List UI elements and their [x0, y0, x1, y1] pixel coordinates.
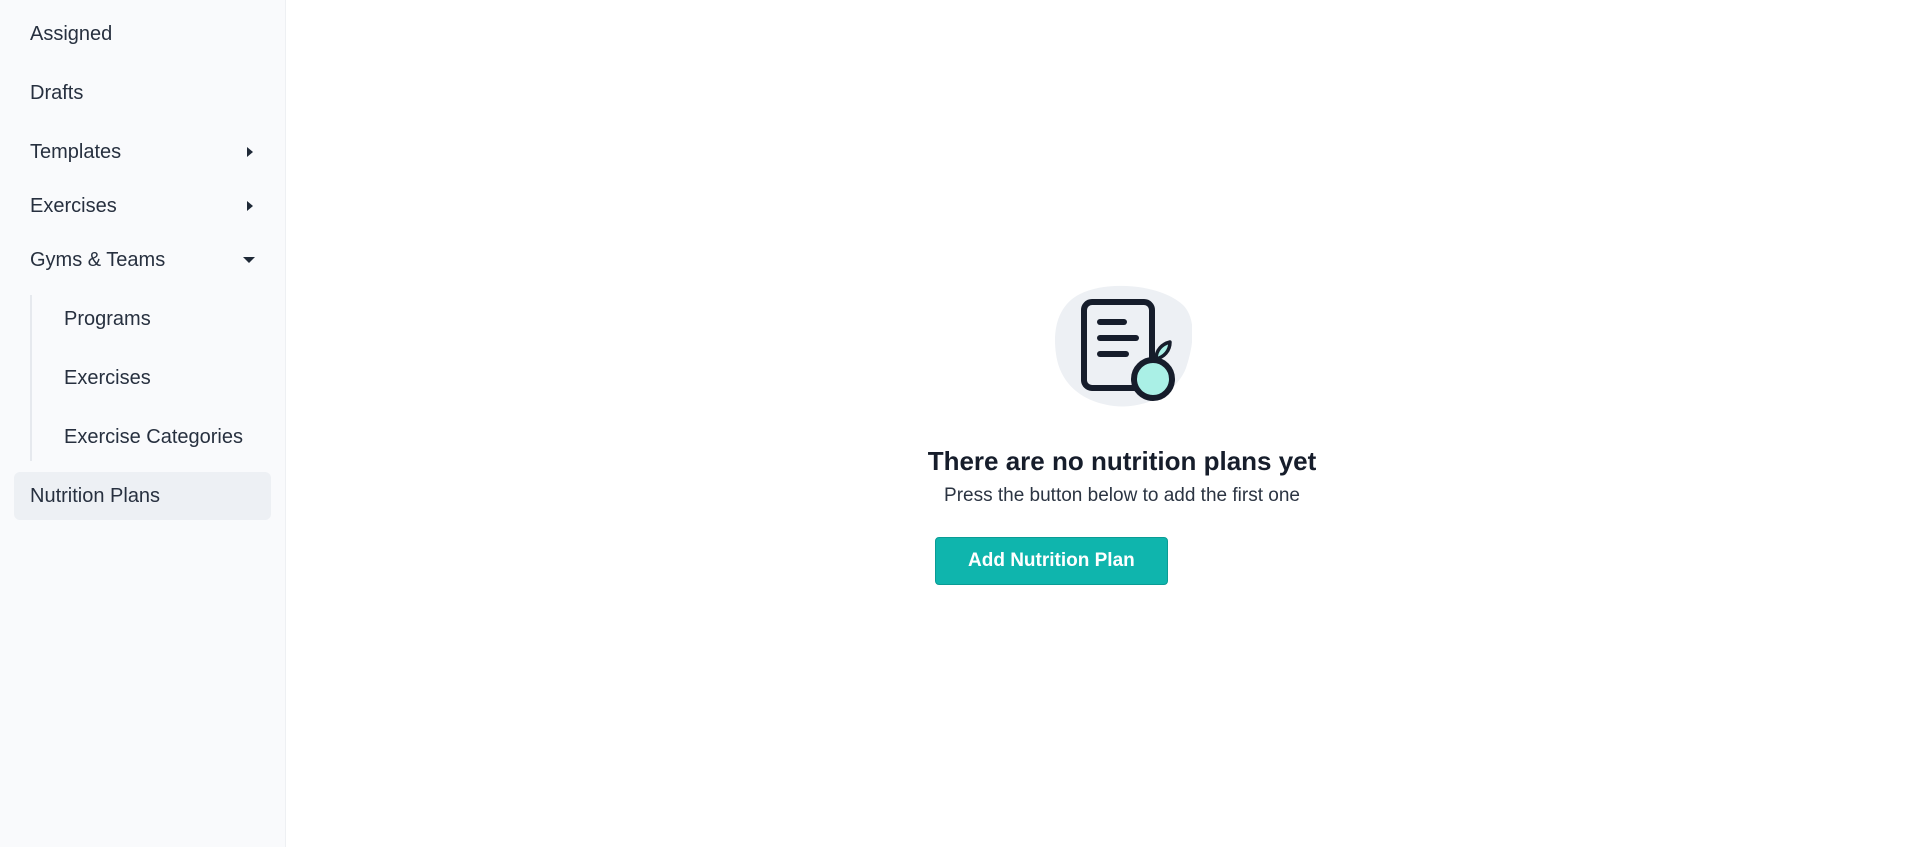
empty-state: There are no nutrition plans yet Press t… [928, 284, 1316, 585]
sidebar-item-label: Templates [30, 140, 122, 163]
app-window: Assigned Drafts Templates Exercises Gyms… [0, 0, 1920, 847]
sidebar-item-label: Assigned [30, 22, 113, 45]
sidebar-item-gym-exercises[interactable]: Exercises [32, 354, 271, 402]
sidebar-item-label: Exercises [64, 366, 151, 389]
sidebar: Assigned Drafts Templates Exercises Gyms… [0, 0, 286, 847]
caret-right-icon [247, 201, 253, 211]
sidebar-item-programs[interactable]: Programs [32, 295, 271, 343]
sidebar-item-exercise-categories[interactable]: Exercise Categories [32, 413, 271, 461]
sidebar-item-nutrition-plans[interactable]: Nutrition Plans [14, 472, 271, 520]
sidebar-item-gyms-teams[interactable]: Gyms & Teams [14, 236, 271, 284]
caret-down-icon [243, 257, 255, 263]
apple-body [1131, 357, 1175, 401]
sidebar-item-label: Nutrition Plans [30, 484, 161, 507]
sidebar-item-label: Exercises [30, 194, 117, 217]
sidebar-subgroup-gyms-teams: Programs Exercises Exercise Categories [30, 295, 271, 461]
sidebar-item-label: Drafts [30, 81, 84, 104]
nutrition-plan-document-apple-icon [1055, 285, 1192, 407]
sidebar-item-label: Exercise Categories [64, 425, 243, 448]
sidebar-item-templates[interactable]: Templates [14, 128, 271, 176]
empty-state-title: There are no nutrition plans yet [927, 446, 1317, 476]
add-nutrition-plan-button[interactable]: Add Nutrition Plan [935, 537, 1168, 585]
sidebar-item-drafts[interactable]: Drafts [14, 69, 271, 117]
empty-state-subtitle: Press the button below to add the first … [944, 485, 1300, 506]
sidebar-item-exercises[interactable]: Exercises [14, 182, 271, 230]
caret-right-icon [247, 147, 253, 157]
sidebar-item-label: Programs [64, 307, 151, 330]
sidebar-item-assigned[interactable]: Assigned [14, 10, 271, 58]
main-content: There are no nutrition plans yet Press t… [286, 0, 1920, 847]
sidebar-item-label: Gyms & Teams [30, 248, 166, 271]
